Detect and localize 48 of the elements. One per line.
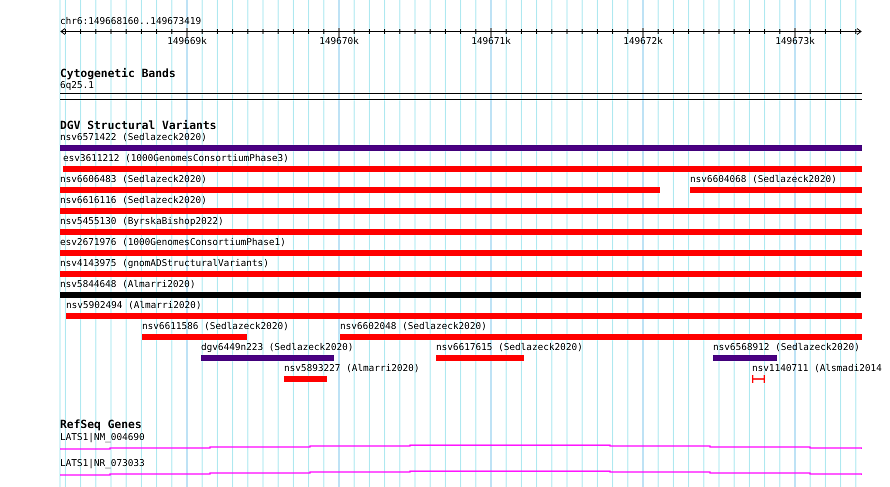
- variant-interval[interactable]: [752, 375, 765, 383]
- variant-label: nsv6616116 (Sedlazeck2020): [60, 195, 207, 206]
- band-label: 6q25.1: [60, 80, 95, 92]
- variant-label: nsv6611586 (Sedlazeck2020): [142, 321, 289, 332]
- variant-bar[interactable]: [60, 145, 862, 151]
- gene-line[interactable]: [60, 470, 862, 477]
- ruler-tick-label: 149671k: [471, 36, 511, 48]
- variant-label: nsv5844648 (Almarri2020): [60, 279, 196, 290]
- variant-bar[interactable]: [60, 250, 862, 256]
- variant-bar[interactable]: [60, 208, 862, 214]
- variant-bar[interactable]: [142, 334, 247, 340]
- ruler-tick-label: 149672k: [623, 36, 663, 48]
- ruler-tick-label: 149670k: [319, 36, 359, 48]
- variant-label: nsv6606483 (Sedlazeck2020): [60, 174, 207, 185]
- variant-label: dgv6449n223 (Sedlazeck2020): [201, 342, 354, 353]
- gene-line[interactable]: [60, 444, 862, 451]
- variant-label: nsv6602048 (Sedlazeck2020): [340, 321, 487, 332]
- variant-bar[interactable]: [713, 355, 777, 361]
- variant-bar[interactable]: [63, 166, 862, 172]
- variant-bar[interactable]: [60, 271, 862, 277]
- variant-label: nsv4143975 (gnomADStructuralVariants): [60, 258, 269, 269]
- variant-bar[interactable]: [201, 355, 334, 361]
- variant-label: nsv1140711 (Alsmadi2014: [752, 363, 882, 374]
- variant-label: nsv5893227 (Almarri2020): [284, 363, 420, 374]
- ruler-tick-label: 149669k: [167, 36, 207, 48]
- variant-label: nsv5455130 (ByrskaBishop2022): [60, 216, 224, 227]
- region-label: chr6:149668160..149673419: [60, 16, 202, 28]
- variant-bar[interactable]: [284, 376, 327, 382]
- track-title: Cytogenetic Bands: [60, 68, 177, 80]
- variant-label: nsv6604068 (Sedlazeck2020): [690, 174, 837, 185]
- variant-label: nsv6571422 (Sedlazeck2020): [60, 132, 207, 143]
- variant-bar[interactable]: [60, 187, 660, 193]
- variant-label: esv3611212 (1000GenomesConsortiumPhase3): [63, 153, 289, 164]
- track-title: DGV Structural Variants: [60, 120, 218, 132]
- ruler-tick-label: 149673k: [775, 36, 815, 48]
- variant-bar[interactable]: [340, 334, 862, 340]
- variant-bar[interactable]: [690, 187, 862, 193]
- variant-bar[interactable]: [60, 229, 862, 235]
- variant-label: nsv6568912 (Sedlazeck2020): [713, 342, 860, 353]
- track-title: RefSeq Genes: [60, 419, 143, 431]
- variant-bar[interactable]: [436, 355, 524, 361]
- gene-label: LATS1|NM_004690: [60, 432, 145, 443]
- variant-label: nsv6617615 (Sedlazeck2020): [436, 342, 583, 353]
- gene-label: LATS1|NR_073033: [60, 458, 145, 469]
- variant-bar[interactable]: [66, 313, 862, 319]
- variant-label: nsv5902494 (Almarri2020): [66, 300, 202, 311]
- variant-label: esv2671976 (1000GenomesConsortiumPhase1): [60, 237, 286, 248]
- variant-bar[interactable]: [60, 292, 861, 298]
